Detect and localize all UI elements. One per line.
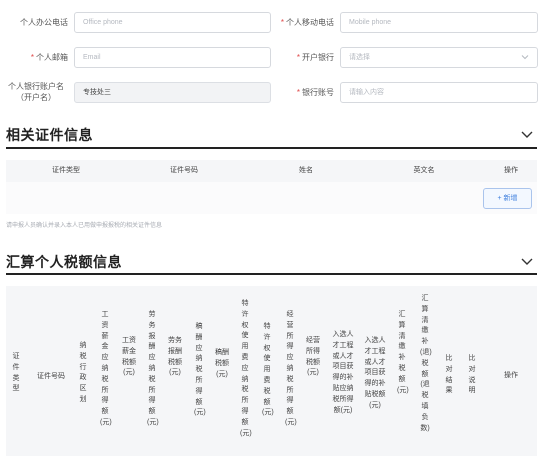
account-name-input[interactable]: 专技处三 bbox=[74, 82, 271, 103]
tax-col-talent-subsidy-tax: 入选人才工程或人才项目获得的补贴税额(元) bbox=[364, 337, 386, 409]
cert-col-type: 证件类型 bbox=[52, 167, 80, 174]
required-mark: * bbox=[30, 53, 34, 62]
email-input[interactable]: Email bbox=[74, 47, 271, 68]
tax-col-compare-result: 比对结果 bbox=[445, 355, 453, 395]
tax-col-cert-number: 证件号码 bbox=[37, 373, 65, 380]
chevron-down-icon[interactable] bbox=[520, 130, 534, 140]
chevron-down-icon[interactable] bbox=[520, 257, 534, 267]
tax-col-business-taxable: 经营所得应纳税所得额(元) bbox=[285, 311, 297, 426]
tax-col-settlement-tax: 汇算清缴补税额(元) bbox=[397, 311, 409, 394]
chevron-down-icon bbox=[521, 55, 529, 60]
tax-section-divider bbox=[6, 273, 537, 275]
cert-table-header: 证件类型 证件号码 姓名 英文名 操作 bbox=[6, 160, 537, 182]
tax-col-compare-note: 比对说明 bbox=[468, 355, 476, 395]
required-mark: * bbox=[296, 53, 300, 62]
cert-col-number: 证件号码 bbox=[170, 167, 198, 174]
cert-col-name: 姓名 bbox=[299, 167, 313, 174]
bank-label: * 开户银行 bbox=[296, 53, 334, 62]
bank-select[interactable]: 请选择 bbox=[340, 47, 538, 68]
tax-col-settlement-refund: 汇算清缴补(退)税额(退税填负数) bbox=[420, 295, 432, 432]
mobile-phone-input[interactable]: Mobile phone bbox=[340, 12, 538, 33]
cert-note: 请申报人员确认并录入本人已用做申报报税的相关证件信息 bbox=[6, 223, 163, 229]
tax-col-salary-taxable: 工资薪金应纳税所得额(元) bbox=[100, 311, 112, 426]
cert-table-body bbox=[6, 182, 537, 214]
email-label: * 个人邮箱 bbox=[30, 53, 68, 62]
tax-col-franchise-taxable: 特许权使用费应纳税所得额(元) bbox=[240, 300, 252, 437]
mobile-phone-label: * 个人移动电话 bbox=[280, 18, 334, 27]
cert-col-action: 操作 bbox=[504, 167, 518, 174]
office-phone-label: 个人办公电话 bbox=[20, 18, 68, 27]
tax-col-action: 操作 bbox=[504, 372, 518, 379]
tax-col-royalty-taxable: 稿酬应纳税所得额(元) bbox=[194, 323, 206, 417]
tax-col-labor-tax: 劳务报酬税额(元) bbox=[168, 337, 182, 377]
tax-col-business-tax: 经营所得税额(元) bbox=[306, 337, 320, 377]
account-no-input[interactable]: 请输入内容 bbox=[340, 82, 538, 103]
account-no-label: * 银行账号 bbox=[296, 88, 334, 97]
tax-col-salary-tax: 工资薪金税额(元) bbox=[122, 337, 136, 377]
office-phone-input[interactable]: Office phone bbox=[74, 12, 271, 33]
tax-col-tax-region: 纳税行政区划 bbox=[79, 342, 87, 403]
add-cert-button[interactable]: + 新增 bbox=[483, 188, 532, 209]
tax-col-talent-subsidy-taxable: 入选人才工程或人才项目获得的补贴应纳税所得额(元) bbox=[332, 331, 354, 414]
required-mark: * bbox=[280, 18, 284, 27]
tax-section-title: 汇算个人税额信息 bbox=[6, 254, 122, 270]
tax-col-labor-taxable: 劳务报酬应纳税所得额(元) bbox=[147, 311, 159, 426]
tax-col-cert-type: 证件类型 bbox=[12, 353, 20, 393]
cert-section-divider bbox=[6, 147, 537, 149]
tax-col-franchise-tax: 特许权使用费税额(元) bbox=[262, 323, 274, 417]
tax-col-royalty-tax: 稿酬税额(元) bbox=[215, 349, 229, 378]
cert-col-english-name: 英文名 bbox=[413, 167, 435, 174]
account-name-label: 个人银行账户名 （开户名） bbox=[8, 82, 64, 102]
cert-section-title: 相关证件信息 bbox=[6, 127, 93, 143]
required-mark: * bbox=[296, 88, 300, 97]
